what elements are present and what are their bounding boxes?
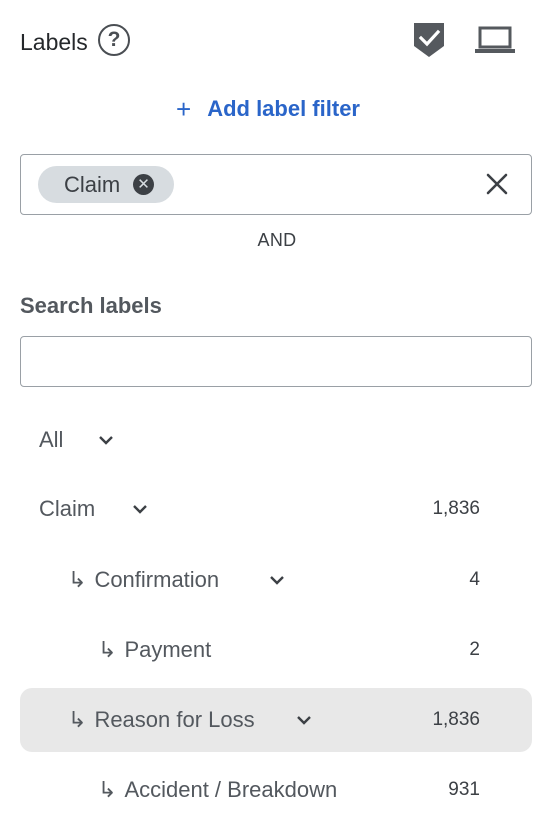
child-arrow-icon: ↳ <box>98 637 117 662</box>
filter-chip-claim[interactable]: Claim ✕ <box>38 166 174 203</box>
add-label-filter-button[interactable]: + Add label filter <box>176 94 360 124</box>
tree-item-claim[interactable]: Claim 1,836 <box>20 477 532 541</box>
tree-item-count: 1,836 <box>432 709 480 730</box>
child-arrow-icon: ↳ <box>98 777 117 802</box>
chevron-down-icon[interactable] <box>269 575 285 585</box>
help-circle-icon[interactable]: ? <box>98 24 130 56</box>
child-arrow-icon: ↳ <box>68 707 87 732</box>
tree-item-label: Reason for Loss <box>94 707 255 732</box>
tree-item-text: ↳ Payment <box>98 637 211 663</box>
filter-operator: AND <box>257 230 297 250</box>
tree-item-payment[interactable]: ↳ Payment 2 <box>20 618 532 682</box>
tree-item-count: 4 <box>469 569 480 590</box>
laptop-icon[interactable] <box>475 26 515 54</box>
tree-item-label: Confirmation <box>94 567 220 592</box>
tree-item-label: Claim <box>39 496 96 521</box>
clear-filter-icon[interactable] <box>485 172 509 196</box>
tree-item-all[interactable]: All <box>20 408 532 472</box>
tree-item-label: Accident / Breakdown <box>124 777 338 802</box>
tree-item-text: ↳ Confirmation <box>68 567 219 593</box>
plus-icon: + <box>176 94 192 124</box>
tree-item-count: 931 <box>448 779 480 800</box>
tree-item-label: Payment <box>124 637 212 662</box>
panel-title: Labels <box>20 29 88 55</box>
remove-chip-icon[interactable]: ✕ <box>133 174 154 195</box>
shield-check-icon[interactable] <box>413 22 445 58</box>
label-filter-box[interactable]: Claim ✕ <box>20 154 532 215</box>
tree-item-count: 1,836 <box>432 498 480 519</box>
tree-item-accident-breakdown[interactable]: ↳ Accident / Breakdown 931 <box>20 758 532 822</box>
tree-item-text: ↳ Accident / Breakdown <box>98 777 337 803</box>
chevron-down-icon[interactable] <box>98 435 114 445</box>
chevron-down-icon[interactable] <box>132 504 148 514</box>
filter-chip-label: Claim <box>64 171 121 197</box>
tree-item-confirmation[interactable]: ↳ Confirmation 4 <box>20 548 532 612</box>
tree-item-count: 2 <box>469 639 480 660</box>
tree-item-label: All <box>39 427 64 452</box>
tree-item-reason-for-loss[interactable]: ↳ Reason for Loss 1,836 <box>20 688 532 752</box>
labels-header: Labels ? <box>20 22 534 62</box>
add-label-filter-label: Add label filter <box>207 96 360 121</box>
tree-item-text: ↳ Reason for Loss <box>68 707 255 733</box>
search-labels-heading: Search labels <box>20 293 162 318</box>
child-arrow-icon: ↳ <box>68 567 87 592</box>
chevron-down-icon[interactable] <box>296 715 312 725</box>
search-labels-input[interactable] <box>20 336 532 387</box>
